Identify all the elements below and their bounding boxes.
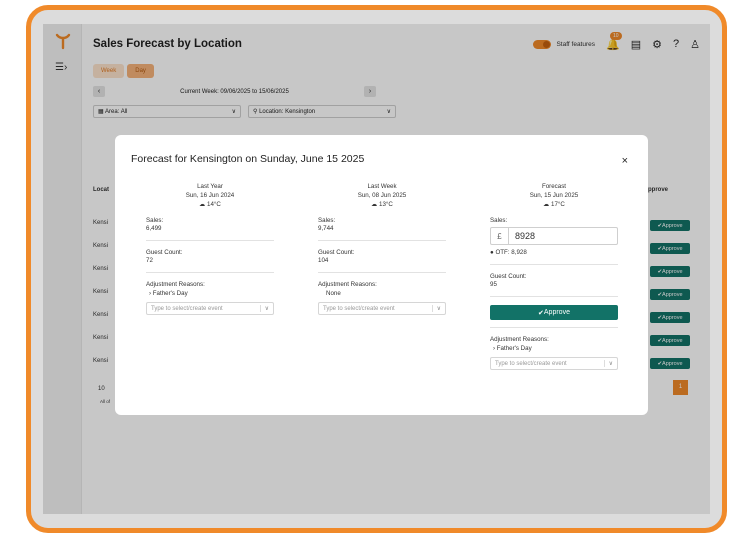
- app-window: ☰› Sales Forecast by Location Staff feat…: [43, 24, 710, 514]
- divider: [146, 240, 274, 241]
- event-select[interactable]: Type to select/create event ∨: [146, 302, 274, 315]
- screenshot-frame: ☰› Sales Forecast by Location Staff feat…: [26, 5, 727, 533]
- guest-count-label: Guest Count:: [490, 273, 527, 280]
- forecast-column: Forecast Sun, 15 Jun 2025 ☁ 17°C Sales: …: [490, 182, 618, 370]
- currency-symbol: £: [491, 228, 509, 244]
- column-heading: Last Year: [197, 183, 223, 190]
- sales-value: 9,744: [318, 225, 334, 232]
- event-select[interactable]: Type to select/create event ∨: [490, 357, 618, 370]
- divider: [490, 264, 618, 265]
- otf-readout: ● OTF: 8,928: [490, 249, 527, 256]
- sales-value: 6,499: [146, 225, 162, 232]
- guest-count-value: 72: [146, 257, 153, 264]
- weather-readout: ☁ 13°C: [371, 201, 393, 208]
- chevron-down-icon: ∨: [431, 305, 441, 312]
- chevron-down-icon: ∨: [603, 360, 613, 367]
- sales-label: Sales:: [490, 217, 508, 224]
- column-date: Sun, 16 Jun 2024: [185, 192, 235, 199]
- cloud-icon: ☁: [543, 201, 552, 208]
- approve-button[interactable]: ✔ Approve: [490, 305, 618, 320]
- adjustment-reason[interactable]: › Father's Day: [493, 344, 618, 353]
- forecast-modal: Forecast for Kensington on Sunday, June …: [115, 135, 648, 415]
- sales-label: Sales:: [318, 217, 336, 224]
- column-date: Sun, 15 Jun 2025: [529, 192, 579, 199]
- weather-readout: ☁ 14°C: [199, 201, 221, 208]
- guest-count-value: 104: [318, 257, 329, 264]
- guest-count-label: Guest Count:: [318, 249, 355, 256]
- close-icon[interactable]: ×: [622, 155, 628, 167]
- divider: [490, 327, 618, 328]
- adjustment-reason[interactable]: › Father's Day: [149, 289, 274, 298]
- sales-label: Sales:: [146, 217, 164, 224]
- divider: [318, 240, 446, 241]
- adjustment-reasons-label: Adjustment Reasons:: [146, 281, 205, 288]
- divider: [146, 272, 274, 273]
- event-select[interactable]: Type to select/create event ∨: [318, 302, 446, 315]
- modal-title: Forecast for Kensington on Sunday, June …: [131, 153, 365, 165]
- last-week-column: Last Week Sun, 08 Jun 2025 ☁ 13°C Sales:…: [318, 182, 446, 315]
- cloud-icon: ☁: [371, 201, 380, 208]
- adjustment-reasons-label: Adjustment Reasons:: [318, 281, 377, 288]
- adjustment-reasons-label: Adjustment Reasons:: [490, 336, 549, 343]
- last-year-column: Last Year Sun, 16 Jun 2024 ☁ 14°C Sales:…: [146, 182, 274, 315]
- guest-count-value: 95: [490, 281, 497, 288]
- divider: [318, 272, 446, 273]
- column-heading: Forecast: [541, 183, 567, 190]
- column-date: Sun, 08 Jun 2025: [357, 192, 407, 199]
- cloud-icon: ☁: [199, 201, 208, 208]
- guest-count-label: Guest Count:: [146, 249, 183, 256]
- column-heading: Last Week: [367, 183, 397, 190]
- weather-readout: ☁ 17°C: [543, 201, 565, 208]
- divider: [490, 296, 618, 297]
- adjustment-reason: None: [326, 290, 341, 297]
- forecast-sales-value[interactable]: 8928: [509, 231, 535, 241]
- forecast-sales-input[interactable]: £ 8928: [490, 227, 618, 245]
- chevron-down-icon: ∨: [259, 305, 269, 312]
